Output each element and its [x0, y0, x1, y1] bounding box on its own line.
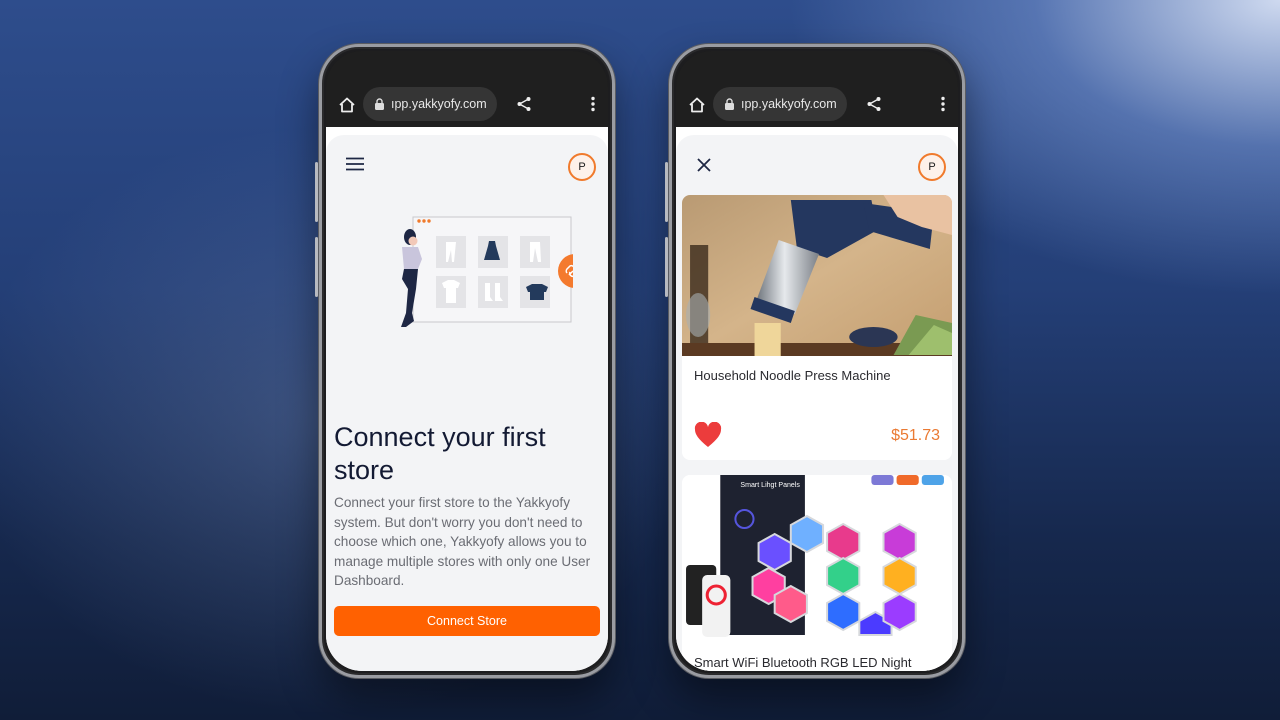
url-text: ıpp.yakkyofy.com: [391, 97, 487, 111]
volume-button: [315, 162, 318, 222]
heart-icon[interactable]: [694, 422, 722, 448]
close-icon[interactable]: [696, 157, 712, 173]
page-description: Connect your first store to the Yakkyofy…: [334, 495, 591, 588]
product-price: $51.73: [891, 427, 940, 444]
connect-store-button[interactable]: Connect Store: [334, 606, 600, 636]
phone-left: ıpp.yakkyofy.com P Connect your first st…: [315, 44, 615, 678]
phone-screen: ıpp.yakkyofy.com P: [676, 51, 958, 671]
browser-toolbar: ıpp.yakkyofy.com: [326, 51, 608, 127]
lock-icon: [725, 98, 734, 110]
home-icon[interactable]: [338, 96, 356, 114]
more-vert-icon[interactable]: [590, 96, 596, 112]
address-bar[interactable]: ıpp.yakkyofy.com: [713, 87, 847, 121]
web-page: P: [676, 127, 958, 671]
product-image[interactable]: [682, 195, 952, 356]
share-icon[interactable]: [516, 96, 532, 112]
address-bar[interactable]: ıpp.yakkyofy.com: [363, 87, 497, 121]
lock-icon: [375, 98, 384, 110]
power-button: [315, 237, 318, 297]
home-icon[interactable]: [688, 96, 706, 114]
product-title[interactable]: Household Noodle Press Machine: [694, 368, 891, 383]
connect-store-illustration: [401, 216, 573, 327]
app-container: P: [326, 135, 608, 671]
url-text: ıpp.yakkyofy.com: [741, 97, 837, 111]
product-title[interactable]: Smart WiFi Bluetooth RGB LED Night: [694, 655, 911, 670]
browser-toolbar: ıpp.yakkyofy.com: [676, 51, 958, 127]
hamburger-menu-icon[interactable]: [346, 157, 364, 171]
share-icon[interactable]: [866, 96, 882, 112]
phone-right: ıpp.yakkyofy.com P Household Noodle Pres…: [665, 44, 965, 678]
more-vert-icon[interactable]: [940, 96, 946, 112]
avatar[interactable]: P: [568, 153, 596, 181]
web-page: P: [326, 127, 608, 671]
avatar[interactable]: P: [918, 153, 946, 181]
product-card[interactable]: Smart Lihgt Panels Smart WiFi Bluetooth …: [682, 475, 952, 671]
product-image[interactable]: Smart Lihgt Panels: [682, 475, 952, 645]
svg-text:Smart Lihgt Panels: Smart Lihgt Panels: [740, 482, 800, 489]
volume-button: [665, 162, 668, 222]
phone-screen: ıpp.yakkyofy.com P: [326, 51, 608, 671]
product-card[interactable]: Household Noodle Press Machine $51.73: [682, 195, 952, 460]
app-container: P: [676, 135, 958, 671]
power-button: [665, 237, 668, 297]
page-title: Connect your first store: [334, 422, 546, 485]
